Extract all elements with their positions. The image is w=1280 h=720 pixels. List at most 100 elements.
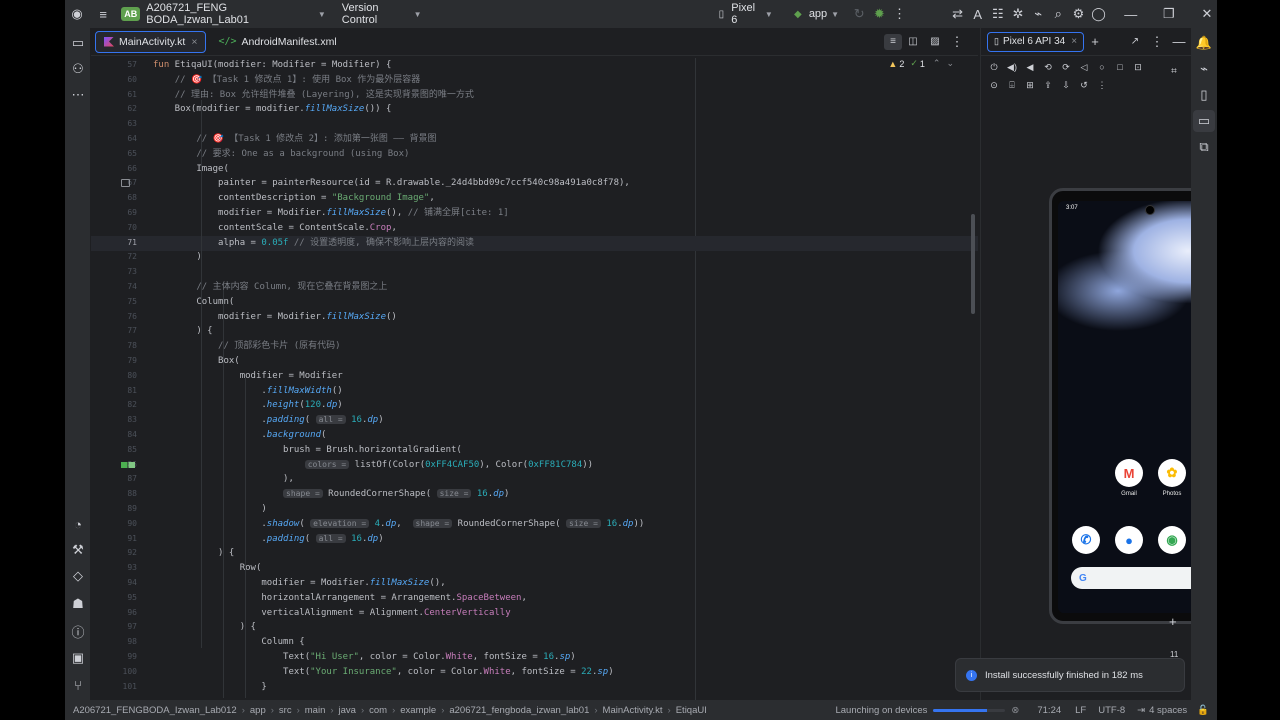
code-line[interactable]: fun EtiqaUI(modifier: Modifier = Modifie…: [153, 58, 391, 73]
code-line[interactable]: ): [153, 502, 266, 517]
profiler-icon[interactable]: ◔: [67, 513, 89, 535]
layout-inspector-icon[interactable]: ⊞: [1021, 76, 1039, 94]
code-line[interactable]: ) {: [153, 620, 256, 635]
scrollbar[interactable]: [971, 214, 975, 314]
rerun-icon[interactable]: ↻: [849, 3, 869, 25]
lock-icon[interactable]: 🔓: [1197, 705, 1209, 716]
image-gutter-icon[interactable]: [121, 179, 130, 188]
vcs-widget[interactable]: Version Control ▼: [342, 0, 422, 28]
gear-icon[interactable]: ⚙: [1068, 3, 1088, 25]
debug-icon[interactable]: ✹: [869, 3, 889, 25]
code-line[interactable]: // 🎯 【Task 1 修改点 2】: 添加第一张图 —— 背景图: [153, 132, 436, 147]
git-icon[interactable]: ⑂: [67, 674, 89, 696]
breadcrumb-item[interactable]: a206721_fengboda_izwan_lab01: [449, 705, 589, 716]
more-tools-icon[interactable]: ⋯: [67, 84, 89, 106]
more-icon[interactable]: ⋮: [1146, 31, 1168, 53]
code-line[interactable]: // 顶部彩色卡片 (原有代码): [153, 339, 341, 354]
sync-icon[interactable]: ⇄: [948, 3, 968, 25]
split-view-icon[interactable]: ◫: [902, 31, 924, 53]
code-line[interactable]: Box(modifier = modifier.fillMaxSize()) {: [153, 102, 392, 117]
code-area[interactable]: 57 fun EtiqaUI(modifier: Modifier = Modif…: [91, 58, 978, 700]
breadcrumb-item[interactable]: main: [305, 705, 326, 716]
code-line[interactable]: // 要求: One as a background (using Box): [153, 147, 409, 162]
back-icon[interactable]: ◁: [1075, 58, 1093, 76]
code-line[interactable]: Box(: [153, 354, 240, 369]
code-line[interactable]: colors = listOf(Color(0xFF4CAF50), Color…: [153, 458, 593, 473]
code-line[interactable]: .padding( all = 16.dp): [153, 413, 384, 428]
account-icon[interactable]: ◯: [1089, 3, 1109, 25]
messages-icon[interactable]: ●: [1115, 526, 1143, 554]
breadcrumb-item[interactable]: EtiqaUI: [676, 705, 707, 716]
add-icon[interactable]: +: [1084, 31, 1106, 53]
volume-up-icon[interactable]: ◀): [1003, 58, 1021, 76]
caret-position[interactable]: 71:24: [1037, 705, 1061, 716]
run-config-selector[interactable]: ◆ app ▼: [787, 0, 839, 28]
code-line[interactable]: .padding( all = 16.dp): [153, 532, 384, 547]
notification-toast[interactable]: i Install successfully finished in 182 m…: [955, 658, 1185, 692]
device-mirroring-icon[interactable]: ⧉: [1193, 136, 1215, 158]
rotate-left-icon[interactable]: ⟲: [1039, 58, 1057, 76]
project-widget[interactable]: AB A206721_FENG BODA_Izwan_Lab01 ▼: [121, 0, 326, 28]
sdk-manager-icon[interactable]: ✲: [1008, 3, 1028, 25]
translate-icon[interactable]: A: [968, 3, 988, 25]
chrome-icon[interactable]: ◉: [1158, 526, 1186, 554]
build-icon[interactable]: ⚒: [67, 539, 89, 561]
more-icon[interactable]: ⋮: [946, 31, 968, 53]
gemini-icon[interactable]: ⌁: [1193, 58, 1215, 80]
rotate-right-icon[interactable]: ⟳: [1057, 58, 1075, 76]
close-icon[interactable]: ⊗: [1011, 705, 1019, 716]
code-line[interactable]: // 主体内容 Column, 现在它叠在背景图之上: [153, 280, 387, 295]
running-devices-icon[interactable]: ▭: [1193, 110, 1215, 132]
code-line[interactable]: contentScale = ContentScale.Crop,: [153, 221, 397, 236]
tab-emulator[interactable]: ▯ Pixel 6 API 34 ×: [987, 31, 1085, 52]
photos-icon[interactable]: ✿: [1158, 459, 1186, 487]
code-line[interactable]: contentDescription = "Background Image",: [153, 191, 435, 206]
line-separator[interactable]: LF: [1075, 705, 1086, 716]
code-line[interactable]: .height(120.dp): [153, 398, 342, 413]
fold-icon[interactable]: ⌹: [1003, 76, 1021, 94]
minimize-icon[interactable]: —: [1121, 3, 1141, 25]
code-line[interactable]: ): [153, 250, 201, 265]
code-line[interactable]: ) {: [153, 324, 212, 339]
code-line[interactable]: Column {: [153, 635, 304, 650]
indent[interactable]: 4 spaces: [1149, 705, 1187, 716]
zoom-in-icon[interactable]: +: [1169, 614, 1177, 629]
breadcrumb-item[interactable]: java: [339, 705, 356, 716]
code-line[interactable]: // 🎯 【Task 1 修改点 1】: 使用 Box 作为最外层容器: [153, 73, 421, 88]
code-line[interactable]: verticalAlignment = Alignment.CenterVert…: [153, 606, 510, 621]
more-icon[interactable]: ⋮: [889, 3, 909, 25]
breadcrumb-item[interactable]: com: [369, 705, 387, 716]
notifications-icon[interactable]: 🔔: [1193, 32, 1215, 54]
breadcrumb-item[interactable]: A206721_FENGBODA_Izwan_Lab012: [73, 705, 237, 716]
record-icon[interactable]: ⊙: [985, 76, 1003, 94]
code-line[interactable]: brush = Brush.horizontalGradient(: [153, 443, 462, 458]
code-line[interactable]: Text("Hi User", color = Color.White, fon…: [153, 650, 576, 665]
folder-icon[interactable]: ▭: [67, 32, 89, 54]
ruler-icon[interactable]: ⌗: [1163, 60, 1185, 82]
tab-mainactivity[interactable]: MainActivity.kt ×: [95, 30, 207, 53]
code-line[interactable]: painter = painterResource(id = R.drawabl…: [153, 176, 630, 191]
device-manager-icon[interactable]: ☷: [988, 3, 1008, 25]
home-icon[interactable]: ○: [1093, 58, 1111, 76]
code-line[interactable]: shape = RoundedCornerShape( size = 16.dp…: [153, 487, 509, 502]
gmail-icon[interactable]: M: [1115, 459, 1143, 487]
snapshot-icon[interactable]: ↺: [1075, 76, 1093, 94]
code-line[interactable]: }: [153, 680, 266, 695]
close-icon[interactable]: ×: [191, 36, 197, 48]
gradle-icon[interactable]: ⌁: [1028, 3, 1048, 25]
breadcrumb-item[interactable]: MainActivity.kt: [603, 705, 663, 716]
device-selector[interactable]: ▯ Pixel 6 ▼: [712, 0, 773, 28]
code-line[interactable]: modifier = Modifier.fillMaxSize(), // 铺满…: [153, 206, 509, 221]
code-line[interactable]: Image(: [153, 162, 229, 177]
breadcrumb-item[interactable]: src: [279, 705, 292, 716]
breadcrumb-item[interactable]: example: [400, 705, 436, 716]
phone-icon[interactable]: ✆: [1072, 526, 1100, 554]
code-line[interactable]: .background(: [153, 428, 326, 443]
close-icon[interactable]: ✕: [1197, 3, 1217, 25]
code-line[interactable]: modifier = Modifier.fillMaxSize(),: [153, 576, 445, 591]
logcat-icon[interactable]: ☗: [67, 593, 89, 615]
code-line[interactable]: modifier = Modifier.fillMaxSize(): [153, 310, 397, 325]
open-external-icon[interactable]: ↗: [1124, 31, 1146, 53]
download-icon[interactable]: ⇩: [1057, 76, 1075, 94]
gem-icon[interactable]: ◇: [67, 565, 89, 587]
